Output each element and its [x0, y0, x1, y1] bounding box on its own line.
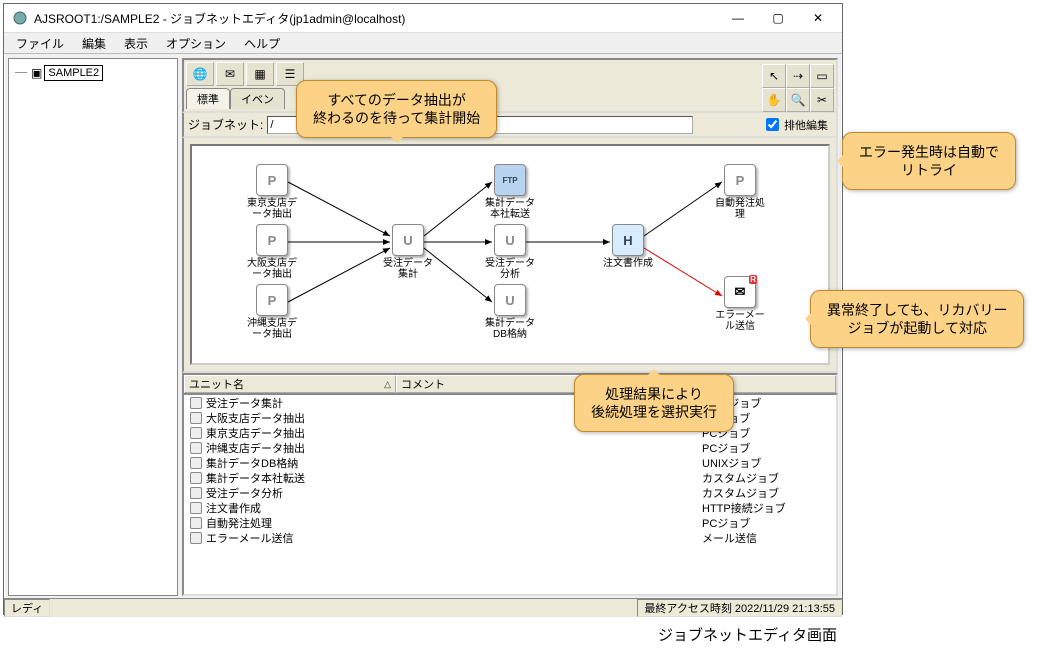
list-row[interactable]: エラーメール送信メール送信: [184, 530, 836, 545]
list-row[interactable]: 集計データ本社転送カスタムジョブ: [184, 470, 836, 485]
list-row[interactable]: 注文書作成HTTP接続ジョブ: [184, 500, 836, 515]
list-row[interactable]: 沖縄支店データ抽出PCジョブ: [184, 440, 836, 455]
tool-globe-icon[interactable]: 🌐: [186, 62, 214, 86]
list-row[interactable]: 自動発注処理PCジョブ: [184, 515, 836, 530]
list-row[interactable]: 大阪支店データ抽出PCジョブ: [184, 410, 836, 425]
jobnet-label: ジョブネット:: [188, 116, 263, 133]
tool-zoom-icon[interactable]: 🔍: [786, 88, 810, 112]
jobnet-bar: ジョブネット: 排他編集: [182, 113, 838, 138]
node-agg[interactable]: U受注データ 集計: [376, 224, 440, 280]
title-bar: AJSROOT1:/SAMPLE2 - ジョブネットエディタ(jp1admin@…: [4, 4, 842, 33]
figure-caption: ジョブネットエディタ画面: [658, 624, 837, 645]
tool-cut-icon[interactable]: ✂: [810, 88, 834, 112]
tool-hand-icon[interactable]: ✋: [762, 88, 786, 112]
toolbar: 🌐 ✉ ▦ ☰ 標準 イベン ↖ ⇢ ▭ ✋ 🔍: [182, 58, 838, 113]
tree-root-item[interactable]: ┄┄ ▣ SAMPLE2: [15, 65, 177, 81]
menu-view[interactable]: 表示: [116, 33, 156, 54]
tool-box-icon[interactable]: ▭: [810, 64, 834, 88]
node-db[interactable]: U集計データ DB格納: [478, 284, 542, 340]
status-left: レディ: [4, 599, 50, 617]
list-header: ユニット名△ コメント 種別: [182, 373, 838, 393]
node-tokyo[interactable]: P東京支店デ ータ抽出: [240, 164, 304, 220]
menu-option[interactable]: オプション: [158, 33, 234, 54]
status-right: 最終アクセス時刻 2022/11/29 21:13:55: [637, 599, 842, 617]
node-mail[interactable]: ✉Rエラーメー ル送信: [708, 276, 772, 332]
exclusive-edit-check[interactable]: 排他編集: [762, 115, 828, 134]
tool-grid-icon[interactable]: ▦: [246, 62, 274, 86]
tree-root-label: SAMPLE2: [44, 65, 103, 81]
app-icon: [12, 10, 28, 26]
status-bar: レディ 最終アクセス時刻 2022/11/29 21:13:55: [4, 598, 842, 617]
node-auto[interactable]: P自動発注処 理: [708, 164, 772, 220]
unit-list[interactable]: 受注データ集計UNIXジョブ大阪支店データ抽出PCジョブ東京支店データ抽出PCジ…: [182, 393, 838, 596]
list-row[interactable]: 東京支店データ抽出PCジョブ: [184, 425, 836, 440]
tree-pane[interactable]: ┄┄ ▣ SAMPLE2: [8, 58, 178, 596]
diagram-canvas[interactable]: P東京支店デ ータ抽出 P大阪支店デ ータ抽出 P沖縄支店デ ータ抽出 U受注デ…: [190, 144, 830, 365]
callout-auto-retry: エラー発生時は自動で リトライ: [842, 132, 1016, 190]
list-row[interactable]: 受注データ分析カスタムジョブ: [184, 485, 836, 500]
callout-recovery: 異常終了しても、リカバリー ジョブが起動して対応: [810, 290, 1024, 348]
menu-bar: ファイル 編集 表示 オプション ヘルプ: [4, 33, 842, 54]
exclusive-edit-checkbox[interactable]: [766, 118, 779, 131]
exclusive-edit-label: 排他編集: [784, 117, 828, 133]
list-row[interactable]: 集計データDB格納UNIXジョブ: [184, 455, 836, 470]
callout-wait-all: すべてのデータ抽出が 終わるのを待って集計開始: [296, 80, 497, 138]
node-ftp[interactable]: FTP集計データ 本社転送: [478, 164, 542, 220]
header-unit-name[interactable]: ユニット名△: [184, 375, 396, 393]
close-button[interactable]: ✕: [798, 6, 838, 30]
callout-branch: 処理結果により 後続処理を選択実行: [574, 374, 734, 432]
node-okinawa[interactable]: P沖縄支店デ ータ抽出: [240, 284, 304, 340]
node-order[interactable]: H注文書作成: [596, 224, 660, 269]
tool-pointer-icon[interactable]: ↖: [762, 64, 786, 88]
window-title: AJSROOT1:/SAMPLE2 - ジョブネットエディタ(jp1admin@…: [34, 10, 718, 27]
menu-edit[interactable]: 編集: [74, 33, 114, 54]
tab-standard[interactable]: 標準: [186, 88, 230, 109]
node-ana[interactable]: U受注データ 分析: [478, 224, 542, 280]
maximize-button[interactable]: ▢: [758, 6, 798, 30]
list-row[interactable]: 受注データ集計UNIXジョブ: [184, 395, 836, 410]
minimize-button[interactable]: —: [718, 6, 758, 30]
node-osaka[interactable]: P大阪支店デ ータ抽出: [240, 224, 304, 280]
tool-link-icon[interactable]: ⇢: [786, 64, 810, 88]
tab-event[interactable]: イベン: [230, 88, 285, 109]
menu-file[interactable]: ファイル: [8, 33, 72, 54]
menu-help[interactable]: ヘルプ: [236, 33, 288, 54]
tool-mail-icon[interactable]: ✉: [216, 62, 244, 86]
